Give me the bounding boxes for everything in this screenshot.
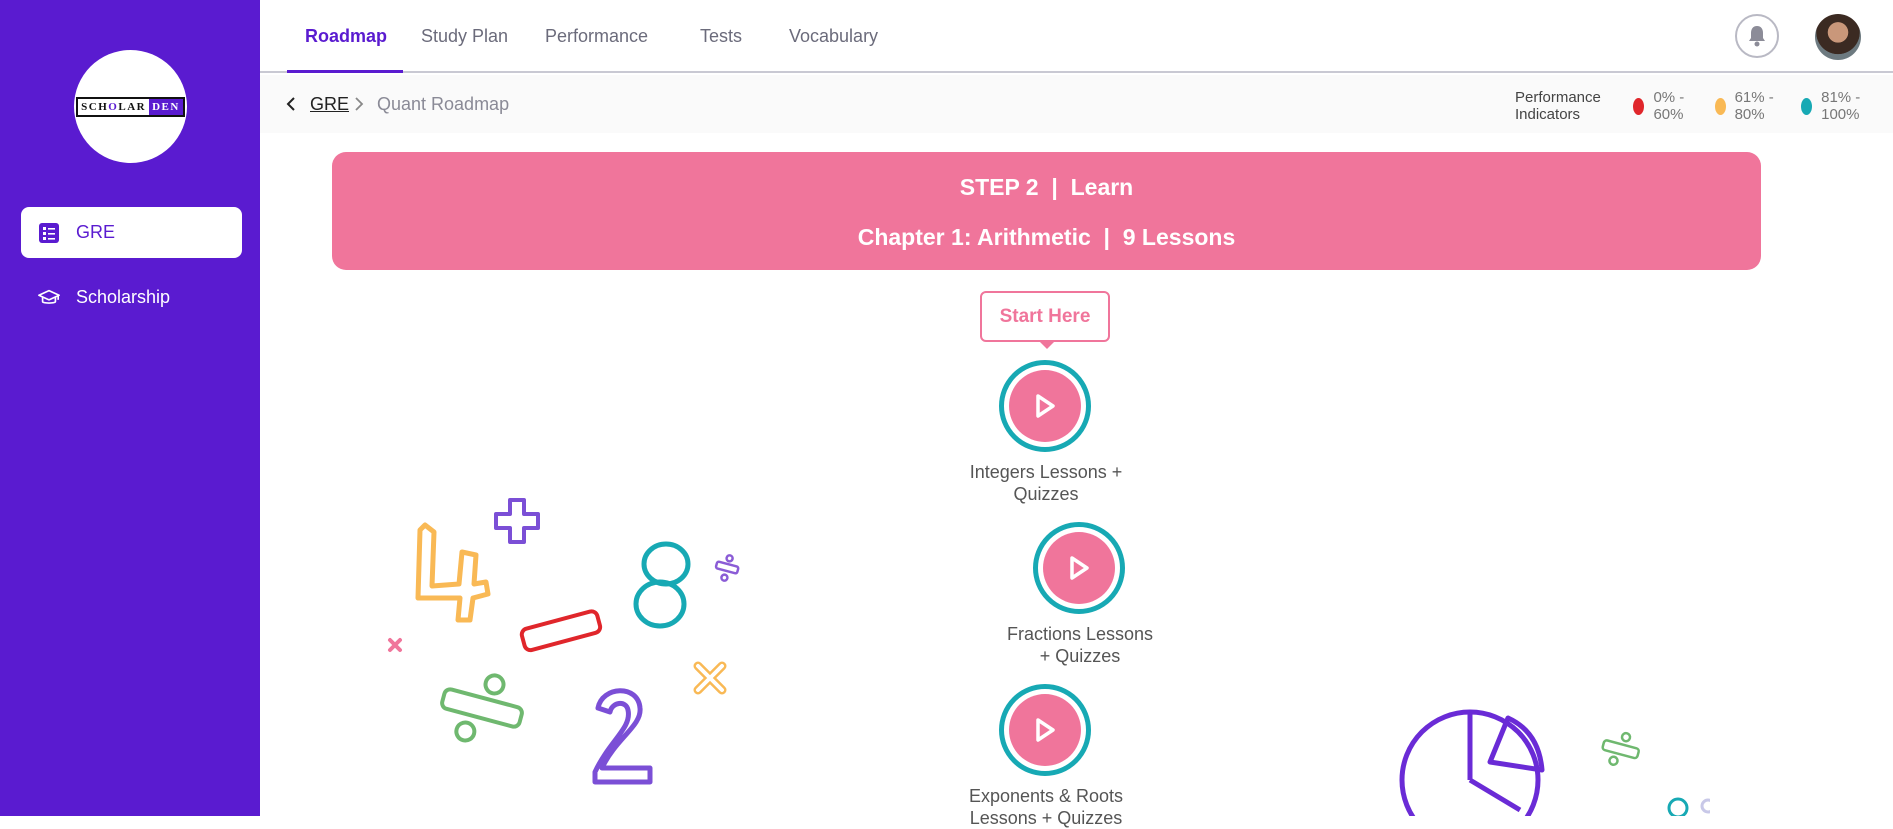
lesson-label-integers: Integers Lessons + Quizzes xyxy=(969,462,1123,504)
pie-chart-illustration xyxy=(1399,709,1710,816)
step-title: STEP 2 | Learn xyxy=(959,174,1134,200)
teal-dot-icon xyxy=(1801,97,1813,115)
play-icon xyxy=(1036,394,1055,418)
play-icon xyxy=(1070,556,1089,580)
sidebar-item-label: GRE xyxy=(76,222,116,242)
chevron-left-icon xyxy=(286,97,295,111)
tab-performance[interactable]: Performance xyxy=(545,0,648,73)
step-banner: STEP 2 | Learn Chapter 1: Arithmetic | 9… xyxy=(332,152,1761,270)
list-icon xyxy=(38,222,60,244)
chapter-title: Chapter 1: Arithmetic | 9 Lessons xyxy=(857,224,1236,250)
sidebar-item-label: Scholarship xyxy=(76,287,171,307)
sidebar-item-gre[interactable]: GRE xyxy=(21,207,242,258)
range-low: 0% - 60% xyxy=(1653,89,1685,123)
lesson-node-exponents[interactable] xyxy=(999,684,1091,776)
user-avatar[interactable] xyxy=(1815,14,1861,60)
lesson-node-integers[interactable] xyxy=(999,360,1091,452)
tab-vocabulary[interactable]: Vocabulary xyxy=(789,0,878,73)
sidebar-item-scholarship[interactable]: Scholarship xyxy=(21,272,242,323)
sidebar: SCHOLAR DEN GRE Scholarship xyxy=(0,0,260,816)
active-tab-indicator xyxy=(287,70,403,73)
red-dot-icon xyxy=(1633,97,1645,115)
lesson-node-fractions[interactable] xyxy=(1033,522,1125,614)
tab-tests[interactable]: Tests xyxy=(700,0,742,73)
bell-icon xyxy=(1749,26,1765,47)
notifications-button[interactable] xyxy=(1735,14,1779,58)
tab-study-plan[interactable]: Study Plan xyxy=(421,0,508,73)
chevron-right-icon xyxy=(354,75,364,133)
range-mid: 61% - 80% xyxy=(1734,89,1774,123)
top-nav: Roadmap Study Plan Performance Tests Voc… xyxy=(260,0,1893,73)
logo-wordmark: SCHOLAR DEN xyxy=(76,96,185,117)
performance-indicators: Performance Indicators 0% - 60% 61% - 80… xyxy=(1515,75,1893,137)
back-button[interactable] xyxy=(286,75,296,133)
breadcrumb-current: Quant Roadmap xyxy=(377,93,510,114)
play-icon xyxy=(1036,718,1055,742)
math-doodles-illustration xyxy=(388,498,740,785)
start-here-button[interactable]: Start Here xyxy=(980,291,1110,349)
range-high: 81% - 100% xyxy=(1821,89,1861,123)
orange-dot-icon xyxy=(1714,97,1726,115)
sub-header: GRE Quant Roadmap Performance Indicators… xyxy=(260,75,1893,133)
lesson-label-fractions: Fractions Lessons + Quizzes xyxy=(1006,624,1154,666)
graduation-cap-icon xyxy=(38,287,60,309)
performance-label: Performance Indicators xyxy=(1515,89,1601,123)
tab-roadmap[interactable]: Roadmap xyxy=(305,0,387,73)
logo[interactable]: SCHOLAR DEN xyxy=(74,50,187,163)
lesson-label-exponents: Exponents & Roots Lessons + Quizzes xyxy=(968,786,1124,828)
breadcrumb-root[interactable]: GRE xyxy=(310,75,349,133)
